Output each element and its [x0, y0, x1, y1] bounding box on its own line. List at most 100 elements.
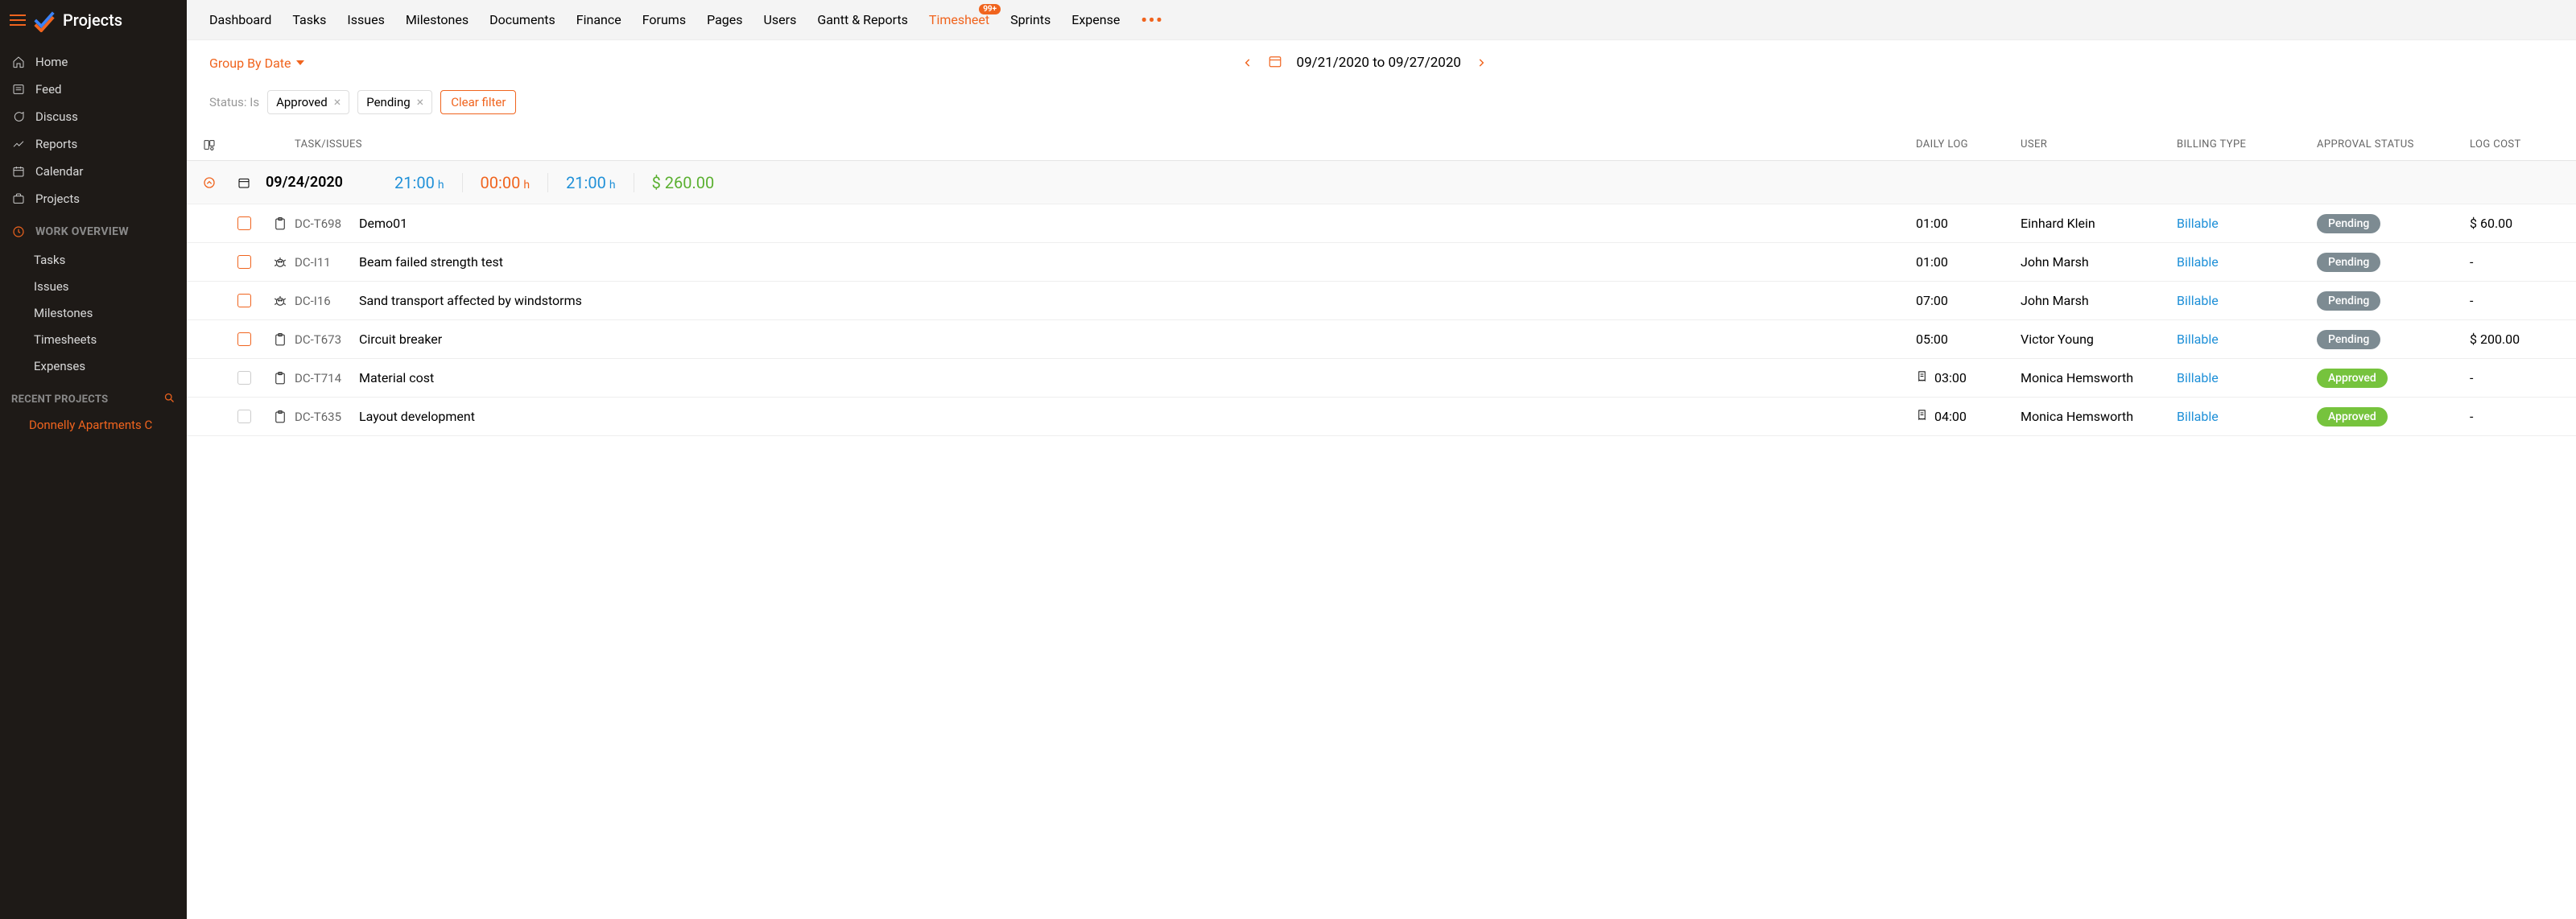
tab-timesheet[interactable]: Timesheet99+: [929, 12, 989, 27]
clock-icon: [11, 225, 26, 239]
tab-users[interactable]: Users: [764, 12, 797, 27]
chip-remove-icon[interactable]: ×: [334, 96, 341, 109]
more-tabs-icon[interactable]: •••: [1141, 10, 1163, 30]
column-config-icon[interactable]: [196, 138, 222, 151]
billing-cell[interactable]: Billable: [2177, 332, 2317, 347]
row-checkbox[interactable]: [237, 371, 251, 385]
section-recent: RECENT PROJECTS: [0, 385, 187, 413]
tab-documents[interactable]: Documents: [489, 12, 555, 27]
sub-item-milestones[interactable]: Milestones: [0, 299, 187, 326]
col-task[interactable]: TASK/ISSUES: [295, 138, 1916, 150]
recent-project-item[interactable]: Donnelly Apartments C: [0, 413, 187, 437]
next-week-button[interactable]: [1476, 57, 1487, 68]
task-name: Layout development: [359, 409, 475, 424]
col-billing[interactable]: BILLING TYPE: [2177, 138, 2317, 150]
clear-filter-button[interactable]: Clear filter: [440, 90, 516, 114]
summary-date: 09/24/2020: [266, 174, 377, 191]
tab-dashboard[interactable]: Dashboard: [209, 12, 271, 27]
filter-chip-pending[interactable]: Pending×: [357, 90, 432, 114]
task-name: Demo01: [359, 216, 407, 231]
table-row[interactable]: DC-T714 Material cost 03:00 Monica Hemswort…: [187, 359, 2576, 398]
billing-cell[interactable]: Billable: [2177, 409, 2317, 424]
filter-bar: Status: Is Approved× Pending× Clear filt…: [187, 85, 2576, 129]
logo[interactable]: Projects: [32, 8, 122, 32]
calendar-icon: [11, 164, 26, 179]
user-cell: Monica Hemsworth: [2021, 370, 2177, 385]
chip-remove-icon[interactable]: ×: [417, 96, 424, 109]
task-icon: [266, 332, 295, 347]
billing-cell[interactable]: Billable: [2177, 254, 2317, 270]
tab-finance[interactable]: Finance: [576, 12, 621, 27]
tab-milestones[interactable]: Milestones: [406, 12, 469, 27]
table-row[interactable]: DC-T635Layout development04:00Monica Hem…: [187, 398, 2576, 436]
task-name: Beam failed strength test: [359, 254, 503, 270]
cost-cell: -: [2470, 370, 2566, 385]
cost-cell: $ 60.00: [2470, 216, 2566, 231]
date-navigator: 09/21/2020 to 09/27/2020: [1242, 54, 1487, 72]
approval-badge: Pending: [2317, 214, 2380, 233]
search-icon[interactable]: [163, 392, 175, 407]
table-row[interactable]: DC-I16 Sand transport affected by windsto…: [187, 282, 2576, 320]
task-id: DC-T714: [295, 371, 349, 385]
daily-log: 04:00: [1934, 409, 1967, 424]
daily-log: 03:00: [1934, 370, 1967, 385]
cost-cell: -: [2470, 254, 2566, 270]
section-work-overview[interactable]: WORK OVERVIEW: [0, 217, 187, 246]
summary-hours-logged: 21:00h: [377, 173, 463, 192]
prev-week-button[interactable]: [1242, 57, 1253, 68]
sidebar-header: Projects: [0, 0, 187, 40]
cost-cell: -: [2470, 409, 2566, 424]
bug-icon: [266, 255, 295, 270]
col-dailylog[interactable]: DAILY LOG: [1916, 138, 2021, 150]
sub-item-timesheets[interactable]: Timesheets: [0, 326, 187, 352]
billing-cell[interactable]: Billable: [2177, 293, 2317, 308]
row-checkbox[interactable]: [237, 216, 251, 230]
task-id: DC-T673: [295, 332, 349, 347]
filter-chip-approved[interactable]: Approved×: [267, 90, 349, 114]
tab-forums[interactable]: Forums: [642, 12, 686, 27]
sidebar-item-discuss[interactable]: Discuss: [0, 103, 187, 130]
table-row[interactable]: DC-I11Beam failed strength test01:00John…: [187, 243, 2576, 282]
sidebar-item-reports[interactable]: Reports: [0, 130, 187, 158]
task-id: DC-I16: [295, 294, 349, 308]
table-row[interactable]: DC-T673Circuit breaker05:00Victor YoungB…: [187, 320, 2576, 359]
tab-tasks[interactable]: Tasks: [292, 12, 326, 27]
tab-issues[interactable]: Issues: [347, 12, 384, 27]
approval-badge: Pending: [2317, 291, 2380, 311]
groupby-dropdown[interactable]: Group By Date: [209, 56, 304, 71]
task-name: Material cost: [359, 370, 434, 385]
billing-cell[interactable]: Billable: [2177, 216, 2317, 231]
task-icon: [266, 216, 295, 231]
col-user[interactable]: USER: [2021, 138, 2177, 150]
sidebar-item-home[interactable]: Home: [0, 48, 187, 76]
user-cell: John Marsh: [2021, 293, 2177, 308]
sub-item-expenses[interactable]: Expenses: [0, 352, 187, 379]
calendar-picker-icon[interactable]: [1268, 54, 1282, 72]
task-name: Sand transport affected by windstorms: [359, 293, 582, 308]
sidebar-nav: Home Feed Discuss Reports Calendar Proje…: [0, 48, 187, 212]
daily-log: 01:00: [1916, 254, 1948, 270]
tab-pages[interactable]: Pages: [707, 12, 742, 27]
top-nav: Dashboard Tasks Issues Milestones Docume…: [187, 0, 2576, 40]
collapse-toggle[interactable]: [196, 176, 222, 189]
tab-expense[interactable]: Expense: [1071, 12, 1120, 27]
table-row[interactable]: DC-T698Demo0101:00Einhard KleinBillableP…: [187, 204, 2576, 243]
sub-item-issues[interactable]: Issues: [0, 273, 187, 299]
sidebar-item-calendar[interactable]: Calendar: [0, 158, 187, 185]
billing-cell[interactable]: Billable: [2177, 370, 2317, 385]
nav-label: Feed: [35, 82, 62, 97]
col-approval[interactable]: APPROVAL STATUS: [2317, 138, 2470, 150]
hamburger-icon[interactable]: [10, 14, 26, 26]
row-checkbox[interactable]: [237, 255, 251, 269]
briefcase-icon: [11, 192, 26, 206]
sidebar-item-projects[interactable]: Projects: [0, 185, 187, 212]
sub-item-tasks[interactable]: Tasks: [0, 246, 187, 273]
daily-log: 07:00: [1916, 293, 1948, 308]
row-checkbox[interactable]: [237, 410, 251, 423]
row-checkbox[interactable]: [237, 332, 251, 346]
tab-gantt[interactable]: Gantt & Reports: [817, 12, 908, 27]
tab-sprints[interactable]: Sprints: [1010, 12, 1051, 27]
row-checkbox[interactable]: [237, 294, 251, 307]
sidebar-item-feed[interactable]: Feed: [0, 76, 187, 103]
col-logcost[interactable]: LOG COST: [2470, 138, 2566, 150]
